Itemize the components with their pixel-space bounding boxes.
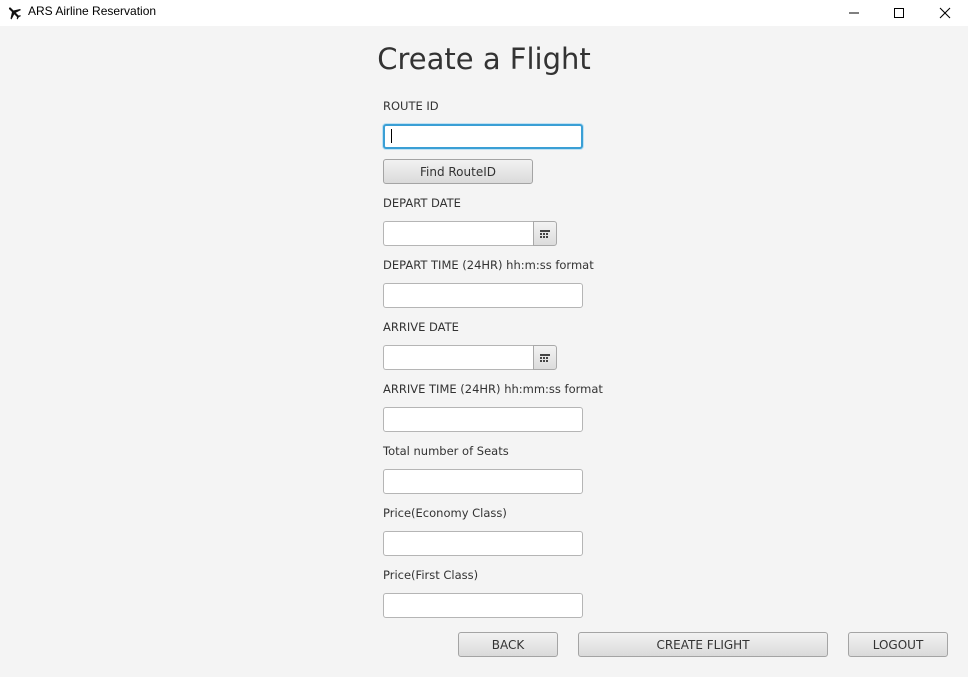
minimize-button[interactable] — [831, 0, 877, 26]
back-button[interactable]: BACK — [458, 632, 558, 657]
text-caret — [391, 129, 392, 143]
depart-date-label: DEPART DATE — [383, 196, 461, 210]
depart-date-picker-button[interactable] — [533, 221, 557, 246]
depart-time-label: DEPART TIME (24HR) hh:m:ss format — [383, 258, 594, 272]
price-economy-input[interactable] — [383, 531, 583, 556]
maximize-button[interactable] — [876, 0, 922, 26]
maximize-icon — [893, 4, 905, 23]
arrive-date-picker-button[interactable] — [533, 345, 557, 370]
page-title: Create a Flight — [377, 42, 591, 76]
depart-date-input[interactable] — [383, 221, 533, 246]
close-button[interactable] — [922, 0, 968, 26]
arrive-date-label: ARRIVE DATE — [383, 320, 459, 334]
arrive-date-input[interactable] — [383, 345, 533, 370]
total-seats-input[interactable] — [383, 469, 583, 494]
route-id-label: ROUTE ID — [383, 99, 439, 113]
price-first-input[interactable] — [383, 593, 583, 618]
price-first-label: Price(First Class) — [383, 568, 479, 582]
calendar-icon — [540, 348, 550, 367]
airplane-icon — [6, 4, 23, 21]
depart-time-input[interactable] — [383, 283, 583, 308]
price-economy-label: Price(Economy Class) — [383, 506, 507, 520]
arrive-time-label: ARRIVE TIME (24HR) hh:mm:ss format — [383, 382, 603, 396]
arrive-time-input[interactable] — [383, 407, 583, 432]
minimize-icon — [848, 4, 860, 23]
total-seats-label: Total number of Seats — [383, 444, 509, 458]
logout-button[interactable]: LOGOUT — [848, 632, 948, 657]
find-routeid-button[interactable]: Find RouteID — [383, 159, 533, 184]
window-title: ARS Airline Reservation — [28, 4, 157, 18]
calendar-icon — [540, 224, 550, 243]
window-titlebar: ARS Airline Reservation — [0, 0, 968, 26]
route-id-input[interactable] — [383, 124, 583, 149]
close-icon — [939, 4, 951, 23]
create-flight-button[interactable]: CREATE FLIGHT — [578, 632, 828, 657]
